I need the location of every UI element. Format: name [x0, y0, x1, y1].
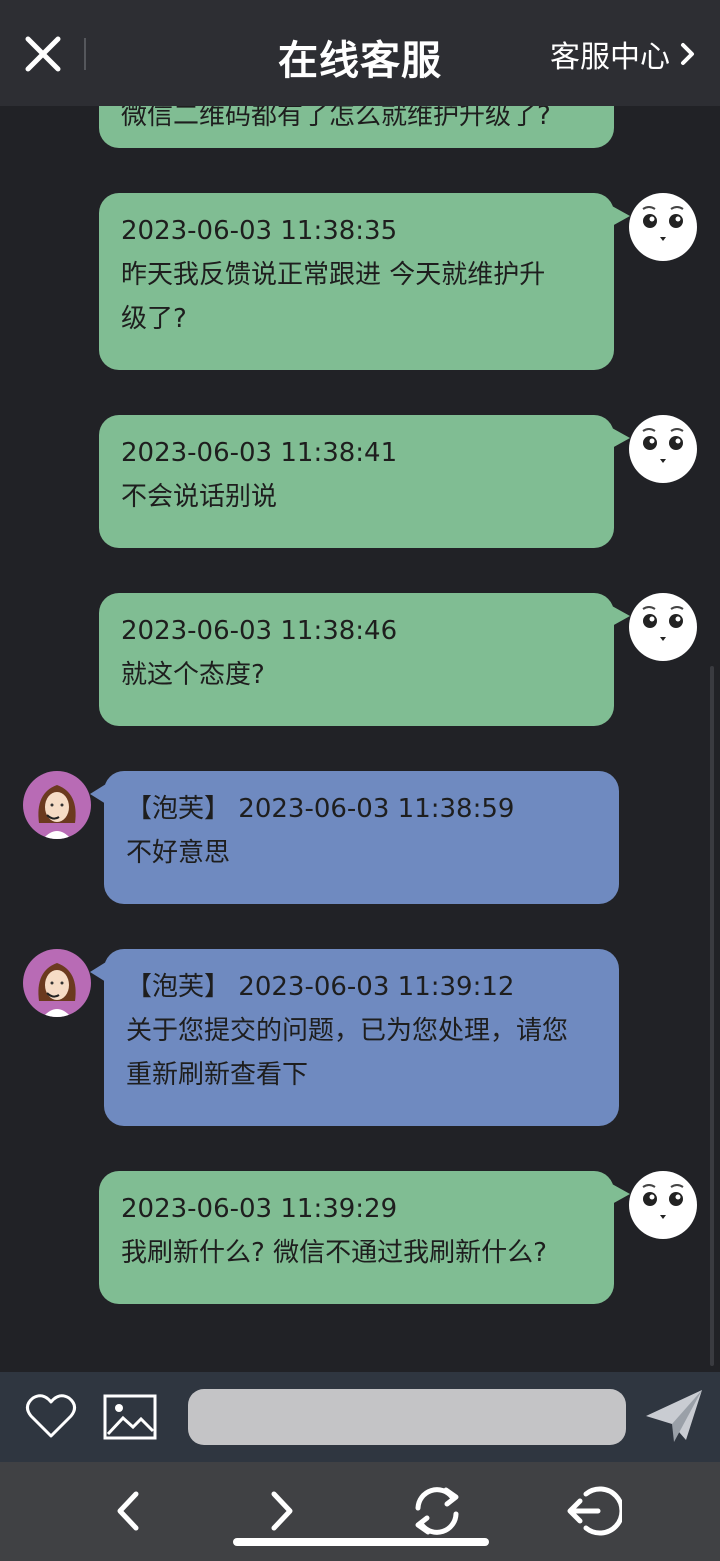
- message-timestamp: 2023-06-03 11:39:12: [238, 972, 515, 1002]
- bubble-tail: [612, 206, 630, 226]
- image-icon: [103, 1394, 157, 1440]
- message-text: 就这个态度?: [121, 660, 265, 690]
- image-upload-button[interactable]: [103, 1394, 157, 1444]
- user-message-bubble: 微信二维码都有了怎么就维护升级了?: [99, 106, 614, 148]
- back-icon: [117, 1491, 139, 1531]
- refresh-icon: [415, 1487, 459, 1535]
- message-header: 【泡芙】 2023-06-03 11:39:12: [126, 965, 597, 1009]
- service-center-link[interactable]: 客服中心: [550, 34, 696, 75]
- chat-messages[interactable]: 微信二维码都有了怎么就维护升级了? 2023-06-03 11:38:35 昨天…: [0, 106, 720, 1372]
- agent-message-bubble: 【泡芙】 2023-06-03 11:38:59 不好意思: [104, 771, 619, 904]
- message-timestamp: 2023-06-03 11:39:29: [121, 1194, 398, 1224]
- message-timestamp: 2023-06-03 11:38:35: [121, 216, 398, 246]
- user-avatar-icon: [642, 428, 684, 463]
- agent-avatar[interactable]: [23, 771, 91, 839]
- message-text: 昨天我反馈说正常跟进 今天就维护升: [121, 260, 546, 290]
- favorite-button[interactable]: [25, 1392, 77, 1444]
- exit-button[interactable]: [566, 1484, 625, 1542]
- message-timestamp: 2023-06-03 11:38:46: [121, 616, 398, 646]
- agent-avatar-icon: [38, 963, 76, 1017]
- heart-icon: [26, 1394, 76, 1438]
- chevron-right-icon: [681, 43, 694, 65]
- message-timestamp: 2023-06-03 11:38:41: [121, 438, 398, 468]
- user-avatar-icon: [642, 206, 684, 241]
- message-text: 我刷新什么? 微信不通过我刷新什么?: [121, 1238, 547, 1268]
- agent-avatar[interactable]: [23, 949, 91, 1017]
- forward-button[interactable]: [268, 1490, 298, 1536]
- user-message-bubble: 2023-06-03 11:39:29 我刷新什么? 微信不通过我刷新什么?: [99, 1171, 614, 1304]
- back-button[interactable]: [112, 1490, 142, 1536]
- composer-bar: [0, 1372, 720, 1462]
- refresh-button[interactable]: [410, 1484, 464, 1542]
- home-indicator[interactable]: [233, 1538, 489, 1546]
- chat-scrollbar[interactable]: [710, 666, 714, 1366]
- exit-icon: [567, 1486, 625, 1536]
- bubble-tail: [612, 606, 630, 626]
- message-text: 关于您提交的问题，已为您处理，请您: [126, 1016, 569, 1046]
- send-icon: [646, 1390, 702, 1442]
- user-avatar[interactable]: [629, 1171, 697, 1239]
- bubble-tail: [612, 428, 630, 448]
- user-avatar-icon: [642, 606, 684, 641]
- user-message-bubble: 2023-06-03 11:38:41 不会说话别说: [99, 415, 614, 548]
- message-text: 不好意思: [126, 838, 231, 868]
- user-avatar[interactable]: [629, 415, 697, 483]
- agent-name: 【泡芙】: [126, 794, 231, 824]
- message-text: 重新刷新查看下: [126, 1060, 309, 1090]
- message-timestamp: 2023-06-03 11:38:59: [238, 794, 515, 824]
- user-message-bubble: 2023-06-03 11:38:46 就这个态度?: [99, 593, 614, 726]
- header-bar: 在线客服 客服中心: [0, 0, 720, 106]
- message-text: 微信二维码都有了怎么就维护升级了?: [121, 106, 551, 131]
- agent-avatar-icon: [38, 785, 76, 839]
- message-header: 【泡芙】 2023-06-03 11:38:59: [126, 787, 597, 831]
- user-message-bubble: 2023-06-03 11:38:35 昨天我反馈说正常跟进 今天就维护升 级了…: [99, 193, 614, 370]
- browser-nav-bar: [0, 1462, 720, 1561]
- forward-icon: [271, 1491, 293, 1531]
- message-text: 不会说话别说: [121, 482, 278, 512]
- message-input[interactable]: [188, 1389, 626, 1445]
- service-center-label: 客服中心: [550, 40, 670, 75]
- user-avatar[interactable]: [629, 193, 697, 261]
- agent-name: 【泡芙】: [126, 972, 231, 1002]
- user-avatar[interactable]: [629, 593, 697, 661]
- message-text: 级了?: [121, 304, 187, 334]
- bubble-tail: [612, 1184, 630, 1204]
- send-button[interactable]: [644, 1388, 704, 1450]
- user-avatar-icon: [642, 1184, 684, 1219]
- agent-message-bubble: 【泡芙】 2023-06-03 11:39:12 关于您提交的问题，已为您处理，…: [104, 949, 619, 1126]
